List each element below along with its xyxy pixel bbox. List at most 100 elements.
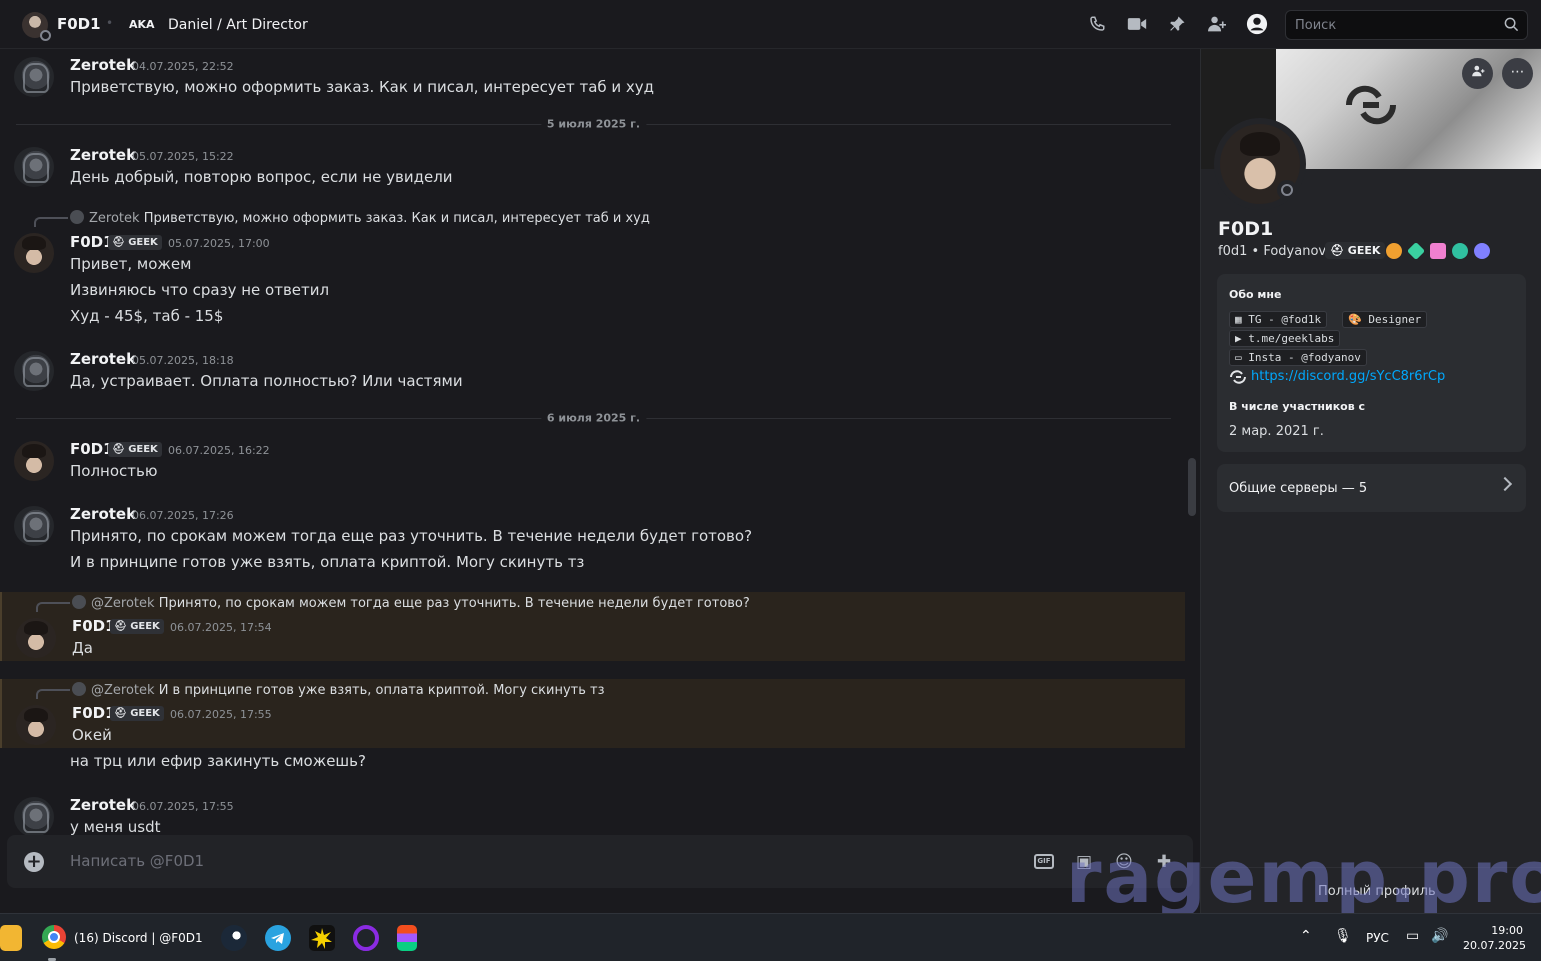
member-since-date: 2 мар. 2021 г. (1229, 424, 1324, 439)
author-avatar[interactable] (14, 797, 54, 835)
author-avatar[interactable] (16, 705, 56, 745)
header-separator: • (106, 16, 114, 30)
reply-text: Принято, по срокам можем тогда еще раз у… (158, 596, 750, 611)
badge-quest-icon[interactable] (1474, 243, 1490, 259)
video-call-icon[interactable] (1126, 13, 1148, 35)
member-since-heading: В числе участников с (1229, 400, 1366, 413)
message-author[interactable]: Zerotek (70, 146, 136, 164)
reply-preview[interactable]: @Zerotek Принято, по срокам можем тогда … (72, 595, 750, 611)
reply-avatar (70, 210, 84, 224)
chrome-icon[interactable] (42, 925, 66, 949)
badge-boost-icon[interactable] (1386, 243, 1402, 259)
pin-icon[interactable] (1166, 13, 1188, 35)
search-input[interactable]: Поиск (1285, 10, 1528, 40)
message-text: Да (72, 639, 93, 657)
guild-tag[interactable]: ⛑ GEEK (108, 235, 162, 250)
author-avatar[interactable] (14, 147, 54, 187)
system-clock[interactable]: 19:00 20.07.2025 (1463, 923, 1526, 953)
profile-pronouns: Fodyanov (1263, 244, 1327, 259)
message-text: на трц или ефир закинуть сможешь? (70, 752, 366, 770)
guild-tag-label: GEEK (130, 621, 160, 632)
status-offline-icon (1277, 180, 1297, 200)
reply-author: @Zerotek (91, 596, 155, 611)
message: Zerotek 06.07.2025, 17:26 Принято, по ср… (0, 498, 1185, 578)
reply-preview[interactable]: Zerotek Приветствую, можно оформить зака… (70, 210, 650, 226)
author-avatar[interactable] (14, 233, 54, 273)
badge-nitro-icon[interactable] (1430, 243, 1446, 259)
about-item: ▶ t.me/geeklabs (1229, 330, 1341, 347)
dm-header: F0D1 • AKA Daniel / Art Director Поиск (0, 0, 1541, 49)
author-avatar[interactable] (14, 506, 54, 546)
language-indicator[interactable]: РУС (1366, 931, 1389, 945)
author-avatar[interactable] (16, 618, 56, 658)
volume-icon[interactable]: 🔊 (1431, 928, 1448, 944)
network-icon[interactable]: ▭ (1406, 928, 1419, 944)
date-divider: 6 июля 2025 г. (16, 411, 1171, 425)
reply-preview[interactable]: @Zerotek И в принципе готов уже взять, о… (72, 682, 605, 698)
message-timestamp: 06.07.2025, 17:26 (132, 509, 234, 522)
about-item-text: TG - @fod1k (1248, 313, 1322, 326)
dm-nickname: Daniel / Art Director (168, 17, 308, 33)
active-window-title[interactable]: (16) Discord | @F0D1 - G (74, 931, 204, 945)
profile-username-line: f0d1 • Fodyanov (1218, 244, 1326, 259)
message-mention-highlighted: @Zerotek И в принципе готов уже взять, о… (0, 679, 1185, 748)
reply-text: Приветствую, можно оформить заказ. Как и… (143, 211, 650, 226)
message-timestamp: 06.07.2025, 17:54 (170, 621, 272, 634)
dm-avatar[interactable] (22, 12, 51, 41)
message-text: Худ - 45$, таб - 15$ (70, 307, 224, 325)
author-avatar[interactable] (14, 441, 54, 481)
date-divider-label: 5 июля 2025 г. (540, 117, 647, 131)
badge-active-dev-icon[interactable] (1452, 243, 1468, 259)
reply-connector (34, 217, 68, 227)
ring-app-icon[interactable] (353, 925, 379, 951)
message-author[interactable]: Zerotek (70, 505, 136, 523)
voice-call-icon[interactable] (1086, 13, 1108, 35)
telegram-icon[interactable] (265, 925, 291, 951)
message-list[interactable]: Zerotek 04.07.2025, 22:52 Приветствую, м… (0, 49, 1200, 835)
guild-tag[interactable]: ⛑ GEEK (108, 442, 162, 457)
message-text: Принято, по срокам можем тогда еще раз у… (70, 527, 753, 545)
message-author[interactable]: Zerotek (70, 56, 136, 74)
message-input[interactable]: Написать @F0D1 (70, 852, 204, 870)
tray-chevron-up-icon[interactable]: ⌃ (1300, 928, 1312, 944)
dm-title[interactable]: F0D1 (57, 15, 101, 33)
message-mention-highlighted: @Zerotek Принято, по срокам можем тогда … (0, 592, 1185, 661)
message-author[interactable]: Zerotek (70, 796, 136, 814)
add-friends-icon[interactable] (1206, 13, 1228, 35)
reply-avatar (72, 682, 86, 696)
invite-link[interactable]: https://discord.gg/sYcC8r6rCp (1251, 369, 1445, 384)
user-profile-icon[interactable] (1246, 13, 1268, 35)
file-explorer-icon[interactable] (0, 925, 22, 951)
author-avatar[interactable] (14, 351, 54, 391)
message-timestamp: 06.07.2025, 17:55 (132, 800, 234, 813)
os-taskbar: (16) Discord | @F0D1 - G ⌃ 🎙 РУС ▭ 🔊 19:… (0, 913, 1541, 961)
message-text: у меня usdt (70, 818, 161, 835)
mutual-servers-button[interactable]: Общие серверы — 5 (1217, 464, 1526, 512)
guild-tag-label: GEEK (130, 708, 160, 719)
badge-hypesquad-icon[interactable] (1406, 241, 1426, 261)
profile-display-name: F0D1 (1218, 218, 1274, 240)
burst-app-icon[interactable] (309, 925, 335, 951)
upload-plus-icon[interactable]: + (24, 852, 44, 872)
message-text: Полностью (70, 462, 158, 480)
profile-username[interactable]: f0d1 (1218, 244, 1247, 259)
message: Zerotek Приветствую, можно оформить зака… (0, 207, 1185, 327)
message-author[interactable]: Zerotek (70, 350, 136, 368)
steam-icon[interactable] (221, 925, 247, 951)
gif-picker-button[interactable]: GIF (1034, 854, 1054, 869)
figma-icon[interactable] (397, 925, 417, 951)
add-friend-icon[interactable] (1462, 58, 1493, 89)
guild-tag[interactable]: ⛑ GEEK (110, 706, 164, 721)
clock-time: 19:00 (1491, 924, 1523, 937)
guild-tag[interactable]: ⛑ GEEK (110, 619, 164, 634)
chat-scrollbar[interactable] (1188, 458, 1196, 516)
message-composer[interactable]: + Написать @F0D1 GIF ▣ ☺ ✚ (7, 835, 1193, 888)
microphone-icon[interactable]: 🎙 (1334, 928, 1352, 944)
discord-logo-icon (1230, 370, 1246, 384)
about-card: Обо мне ▦ TG - @fod1k 🎨 Designer ▶ t.me/… (1217, 274, 1526, 452)
user-profile-panel: ⋯ F0D1 f0d1 • Fodyanov ⛑ GEEK Обо мне ▦ … (1200, 49, 1541, 913)
message-text: Извиняюсь что сразу не ответил (70, 281, 330, 299)
profile-guild-tag[interactable]: ⛑ GEEK (1325, 242, 1386, 259)
more-options-icon[interactable]: ⋯ (1502, 58, 1533, 89)
author-avatar[interactable] (14, 57, 54, 97)
